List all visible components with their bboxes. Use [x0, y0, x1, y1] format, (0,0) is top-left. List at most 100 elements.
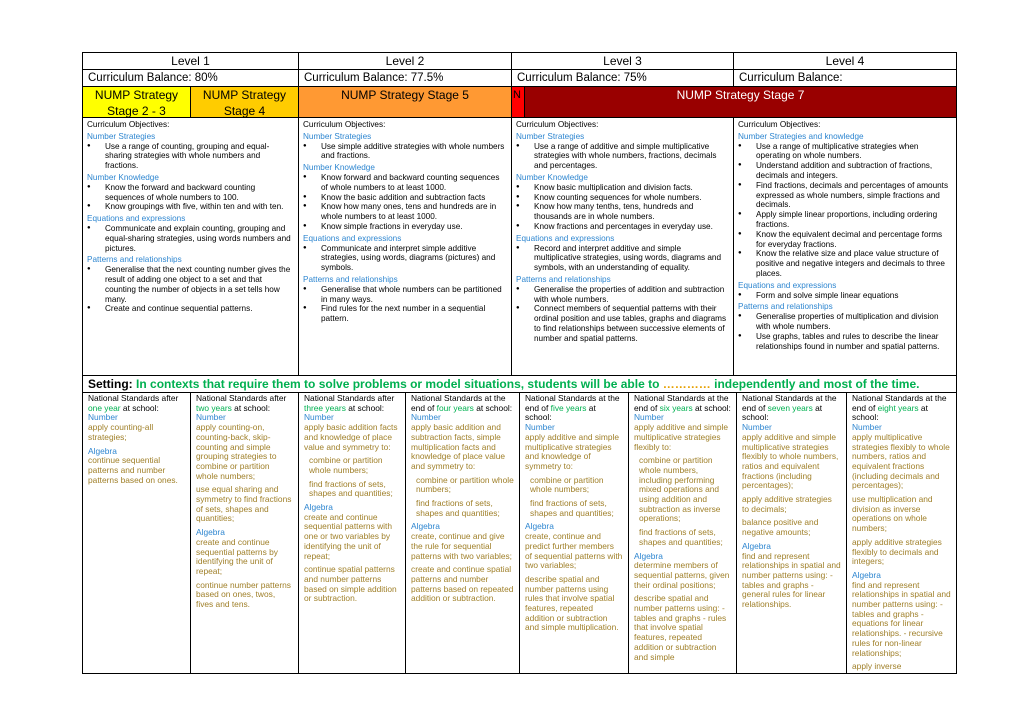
standard-prefix: National Standards after	[196, 393, 287, 403]
section-heading: Patterns and relationships	[738, 302, 833, 312]
objective-list: Know basic multiplication and division f…	[516, 183, 729, 232]
objective-list: Use a range of counting, grouping and eq…	[87, 142, 294, 171]
objective-list: Record and interpret additive and simple…	[516, 244, 729, 273]
curriculum-balance: Curriculum Balance: 77.5%	[298, 69, 512, 87]
objective-item: Form and solve simple linear equations	[738, 291, 952, 301]
curriculum-objectives: Curriculum Objectives: Number StrategiesU…	[82, 117, 299, 376]
nump-stage-band: NUMP Strategy Stage 5	[298, 86, 512, 118]
standard-years: three years	[304, 402, 346, 413]
objective-item: Generalise that whole numbers can be par…	[303, 285, 507, 305]
standard-text: balance positive and negative amounts;	[742, 517, 819, 538]
standard-text: find fractions of sets, shapes and quant…	[309, 478, 393, 499]
standard-prefix: National Standards after	[88, 393, 179, 403]
objective-list: Generalise the properties of addition an…	[516, 285, 729, 344]
standard-heading: National Standards after two years at sc…	[196, 393, 293, 413]
standard-text: apply multiplicative strategies flexibly…	[852, 431, 950, 491]
objective-list: Use simple additive strategies with whol…	[303, 142, 507, 162]
section-heading: Number Knowledge	[516, 172, 588, 182]
standard-text: create and continue spatial patterns and…	[411, 564, 514, 604]
level-header: Level 3	[511, 52, 734, 70]
standard-text: describe spatial and number patterns usi…	[525, 573, 619, 633]
objectives-label: Curriculum Objectives:	[516, 120, 599, 129]
objective-item: Know how many tenths, tens, hundreds and…	[516, 202, 729, 222]
curriculum-objectives: Curriculum Objectives: Number StrategiesU…	[511, 117, 734, 376]
standard-text: continue number patterns based on ones, …	[196, 579, 291, 610]
objective-item: Record and interpret additive and simple…	[516, 244, 729, 273]
standard-text: find and represent relationships in spat…	[852, 579, 951, 658]
objective-item: Know basic multiplication and division f…	[516, 183, 729, 193]
objectives-label: Curriculum Objectives:	[303, 120, 386, 129]
national-standard: National Standards at the end of four ye…	[405, 392, 520, 674]
objective-list: Communicate and interpret simple additiv…	[303, 244, 507, 273]
objective-item: Know forward and backward counting seque…	[303, 173, 507, 193]
level-header: Level 1	[82, 52, 299, 70]
standard-text: apply inverse	[852, 661, 902, 672]
standard-text: apply basic addition facts and knowledge…	[304, 422, 398, 452]
standard-prefix: National Standards after	[304, 393, 395, 403]
national-standard: National Standards at the end of seven y…	[736, 392, 847, 674]
objective-item: Know fractions and percentages in everyd…	[516, 222, 729, 232]
objective-item: Know groupings with five, within ten and…	[87, 202, 294, 212]
standard-years: four years	[436, 402, 474, 413]
standard-suffix: at school:	[234, 402, 271, 413]
standard-heading: National Standards at the end of six yea…	[634, 393, 731, 413]
standard-years: six years	[659, 402, 693, 413]
objective-item: Generalise properties of multiplication …	[738, 312, 952, 332]
nump-stage-band: NUMP Strategy Stage 2 - 3	[82, 86, 191, 118]
nump-stage-band: NUMP Strategy Stage 7	[524, 86, 957, 118]
objective-item: Communicate and explain counting, groupi…	[87, 224, 294, 253]
standard-text: use multiplication and division as inver…	[852, 494, 933, 534]
curriculum-balance: Curriculum Balance: 75%	[511, 69, 734, 87]
standard-text: determine members of sequential patterns…	[634, 560, 730, 590]
standard-text: describe spatial and number patterns usi…	[634, 593, 727, 662]
national-standard: National Standards after three years at …	[298, 392, 406, 674]
objective-item: Use a range of multiplicative strategies…	[738, 142, 952, 162]
objective-list: Communicate and explain counting, groupi…	[87, 224, 294, 253]
section-heading: Number Strategies	[303, 131, 372, 141]
standard-heading: National Standards after three years at …	[304, 393, 400, 413]
nump-stage-band: N	[511, 86, 525, 118]
level-header: Level 2	[298, 52, 512, 70]
standard-text: continue spatial patterns and number pat…	[304, 564, 397, 604]
objectives-label: Curriculum Objectives:	[87, 120, 170, 129]
objective-item: Use a range of counting, grouping and eq…	[87, 142, 294, 171]
objective-list: Form and solve simple linear equations	[738, 291, 952, 301]
objective-item: Find fractions, decimals and percentages…	[738, 181, 952, 210]
section-heading: Number Knowledge	[87, 172, 159, 182]
objective-list: Generalise that whole numbers can be par…	[303, 285, 507, 324]
standard-years: seven years	[767, 402, 813, 413]
objective-item: Generalise the properties of addition an…	[516, 285, 729, 305]
section-heading: Equations and expressions	[738, 280, 837, 290]
setting-text: In contexts that require them to solve p…	[136, 377, 660, 391]
objective-item: Know simple fractions in everyday use.	[303, 222, 507, 232]
setting-label: Setting:	[88, 377, 133, 391]
curriculum-balance: Curriculum Balance:	[733, 69, 957, 87]
standard-text: apply additive and simple multiplicative…	[525, 431, 620, 471]
section-heading: Patterns and relationships	[87, 255, 182, 265]
standard-text: apply counting-all strategies;	[88, 422, 154, 442]
objective-item: Use a range of additive and simple multi…	[516, 142, 729, 171]
standard-years: one year	[88, 402, 121, 413]
level-header: Level 4	[733, 52, 957, 70]
objective-list: Know forward and backward counting seque…	[303, 173, 507, 232]
objective-list: Use a range of multiplicative strategies…	[738, 142, 952, 279]
standard-suffix: at school:	[695, 402, 731, 413]
national-standard: National Standards after one year at sch…	[82, 392, 191, 674]
standard-text: apply basic addition and subtraction fac…	[411, 422, 506, 471]
objective-item: Know the forward and backward counting s…	[87, 183, 294, 203]
standard-text: create and continue sequential patterns …	[304, 511, 392, 561]
setting-blank: …………	[662, 377, 711, 391]
standard-text: continue sequential patterns and number …	[88, 455, 178, 485]
standard-text: create and continue sequential patterns …	[196, 536, 278, 576]
standard-heading: National Standards after one year at sch…	[88, 393, 185, 413]
objectives-label: Curriculum Objectives:	[738, 120, 821, 129]
standard-suffix: at school:	[122, 402, 159, 413]
standard-suffix: at school:	[476, 402, 513, 413]
standard-text: find fractions of sets, shapes and quant…	[530, 498, 614, 518]
standard-text: find fractions of sets, shapes and quant…	[416, 498, 500, 518]
standard-text: apply counting-on, counting-back, skip-c…	[196, 422, 277, 481]
curriculum-objectives: Curriculum Objectives: Number StrategiesU…	[298, 117, 512, 376]
section-heading: Number Knowledge	[303, 163, 375, 173]
curriculum-objectives: Curriculum Objectives: Number Strategies …	[733, 117, 957, 376]
objective-item: Create and continue sequential patterns.	[87, 304, 294, 314]
